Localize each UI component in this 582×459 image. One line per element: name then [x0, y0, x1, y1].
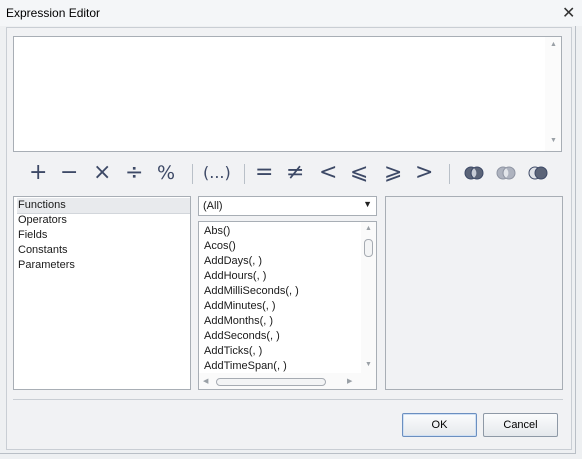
list-item[interactable]: Acos() [204, 239, 236, 254]
scroll-left-icon[interactable]: ◀ [203, 377, 208, 385]
list-item[interactable]: AddTicks(, ) [204, 344, 262, 359]
toolbar-separator [192, 164, 193, 184]
scroll-up-icon[interactable]: ▲ [365, 225, 372, 232]
window-title: Expression Editor [6, 6, 101, 20]
less-or-equal-operator-button[interactable]: ⩽ [350, 161, 368, 185]
modulo-operator-button[interactable]: % [157, 161, 175, 185]
window-border-right [575, 26, 576, 454]
scroll-right-icon[interactable]: ▶ [347, 377, 352, 385]
expression-input[interactable]: ▲ ▼ [13, 36, 562, 152]
close-icon[interactable]: ✕ [562, 3, 575, 23]
less-than-operator-button[interactable]: < [319, 161, 337, 185]
category-item-functions[interactable]: Functions [17, 198, 190, 214]
category-list[interactable]: Functions Operators Fields Constants Par… [13, 196, 191, 390]
parentheses-operator-button[interactable]: (...) [203, 161, 231, 185]
minus-operator-button[interactable]: − [60, 161, 78, 185]
plus-operator-button[interactable]: + [29, 161, 47, 185]
list-item[interactable]: AddMinutes(, ) [204, 299, 276, 314]
list-item[interactable]: AddDays(, ) [204, 254, 262, 269]
window-border-bottom [0, 453, 576, 454]
list-item[interactable]: AddHours(, ) [204, 269, 266, 284]
list-item[interactable]: AddSeconds(, ) [204, 329, 280, 344]
category-item-constants[interactable]: Constants [17, 243, 190, 258]
not-equal-operator-button[interactable]: ≠ [286, 161, 304, 185]
greater-than-operator-button[interactable]: > [415, 161, 433, 185]
list-item[interactable]: AddTimeSpan(, ) [204, 359, 287, 374]
ok-button[interactable]: OK [402, 413, 477, 437]
divide-operator-button[interactable]: ÷ [125, 161, 143, 185]
toolbar-separator [244, 164, 245, 184]
scrollbar-thumb[interactable] [216, 378, 326, 386]
multiply-operator-button[interactable]: × [93, 161, 111, 185]
category-item-operators[interactable]: Operators [17, 213, 190, 228]
description-panel [385, 196, 563, 390]
and-venn-icon[interactable] [464, 166, 484, 180]
divider [13, 399, 563, 400]
function-list-vertical-scrollbar[interactable]: ▲ ▼ [361, 222, 376, 373]
list-item[interactable]: Abs() [204, 224, 230, 239]
cancel-button[interactable]: Cancel [483, 413, 558, 437]
editor-vertical-scrollbar[interactable]: ▲ ▼ [545, 37, 561, 151]
scrollbar-thumb[interactable] [364, 239, 373, 257]
or-venn-icon[interactable] [496, 166, 516, 180]
equals-operator-button[interactable]: = [255, 161, 273, 185]
toolbar-separator [449, 164, 450, 184]
chevron-down-icon[interactable]: ▼ [363, 199, 372, 209]
scroll-down-icon[interactable]: ▼ [365, 361, 372, 368]
list-item[interactable]: AddMonths(, ) [204, 314, 273, 329]
title-bar: Expression Editor ✕ [0, 0, 582, 26]
function-filter-select[interactable]: (All) ▼ [198, 196, 377, 216]
not-venn-icon[interactable] [528, 166, 548, 180]
function-list[interactable]: Abs() Acos() AddDays(, ) AddHours(, ) Ad… [198, 221, 377, 390]
category-item-fields[interactable]: Fields [17, 228, 190, 243]
function-list-horizontal-scrollbar[interactable]: ◀ ▶ [199, 373, 376, 389]
greater-or-equal-operator-button[interactable]: ⩾ [384, 161, 402, 185]
scroll-up-icon[interactable]: ▲ [550, 41, 557, 48]
filter-selected-value: (All) [203, 200, 223, 212]
list-item[interactable]: AddMilliSeconds(, ) [204, 284, 299, 299]
category-item-parameters[interactable]: Parameters [17, 258, 190, 273]
scroll-down-icon[interactable]: ▼ [550, 137, 557, 144]
